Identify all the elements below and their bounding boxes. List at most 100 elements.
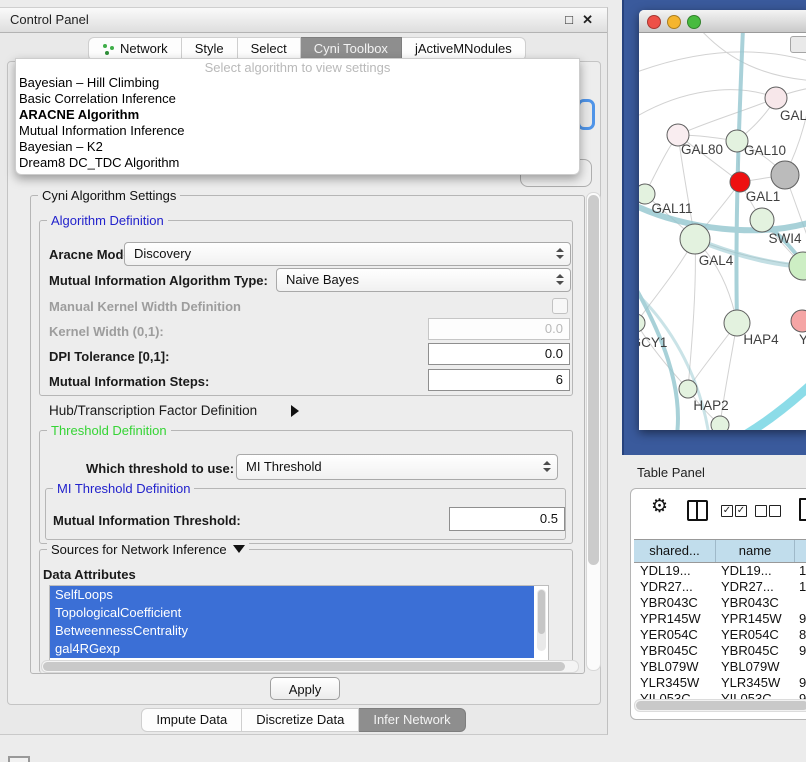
table-cell: YBR043C (715, 595, 793, 611)
tab-infer-network[interactable]: Infer Network (359, 708, 465, 732)
mi-steps-field[interactable]: 6 (428, 369, 570, 391)
tab-label: Style (195, 38, 224, 60)
close-window-icon[interactable]: ✕ (582, 12, 593, 28)
table-cell: 13 (793, 563, 806, 579)
dpi-tolerance-field[interactable]: 0.0 (428, 343, 570, 365)
table-header-row: shared...nameA (634, 539, 806, 563)
node-y[interactable] (791, 310, 806, 332)
table-row[interactable]: YER054CYER054C8. (634, 627, 806, 643)
table-cell: YBR043C (634, 595, 715, 611)
select-all-icon[interactable]: ✓ (721, 505, 733, 517)
float-window-icon[interactable]: □ (565, 12, 573, 27)
sources-title: Sources for Network Inference (47, 542, 249, 557)
dropdown-item-bayesian-k2[interactable]: Bayesian – K2 (16, 139, 579, 155)
column-header-name[interactable]: name (716, 540, 795, 562)
data-attributes-list: SelfLoopsTopologicalCoefficientBetweenne… (49, 585, 549, 661)
table-cell: 9. (793, 611, 806, 627)
tab-impute-data[interactable]: Impute Data (141, 708, 242, 732)
gear-icon[interactable]: ⚙ (651, 495, 668, 518)
node-label: Y (799, 332, 806, 347)
manual-kernel-checkbox[interactable] (552, 298, 568, 314)
close-light[interactable] (647, 15, 661, 29)
mi-threshold-title: MI Threshold Definition (53, 481, 194, 496)
zoom-light[interactable] (687, 15, 701, 29)
dropdown-placeholder: Select algorithm to view settings (16, 60, 579, 75)
table-row[interactable]: YBR045CYBR045C9. (634, 643, 806, 659)
dropdown-item-bayesian-hill-climbing[interactable]: Bayesian – Hill Climbing (16, 75, 579, 91)
which-threshold-combo[interactable]: MI Threshold (236, 454, 558, 480)
dropdown-item-dream8-dc-tdc-algorithm[interactable]: Dream8 DC_TDC Algorithm (16, 155, 579, 171)
dropdown-item-mutual-information-inference[interactable]: Mutual Information Inference (16, 123, 579, 139)
node-label: HAP4 (743, 332, 779, 347)
settings-scrollbar[interactable] (586, 192, 601, 671)
table-panel-title: Table Panel (637, 465, 705, 480)
highlighted-edge (745, 381, 806, 430)
attribute-item-gal4rgexp[interactable]: gal4RGexp (50, 640, 534, 658)
columns-icon[interactable] (687, 500, 708, 521)
attributes-scrollbar[interactable] (537, 589, 546, 651)
kernel-width-field[interactable]: 0.0 (428, 318, 570, 340)
attribute-item-betweennesscentrality[interactable]: BetweennessCentrality (50, 622, 534, 640)
algorithm-definition-title: Algorithm Definition (47, 213, 168, 228)
table-cell: YBL079W (715, 659, 793, 675)
mi-type-combo[interactable]: Naive Bayes (276, 268, 571, 292)
select-all-icon[interactable]: ✓ (735, 505, 747, 517)
node-hap2[interactable] (679, 380, 697, 398)
node-label: GAL4 (699, 253, 734, 268)
dropdown-item-basic-correlation-inference[interactable]: Basic Correlation Inference (16, 91, 579, 107)
deselect-all-icon[interactable] (769, 505, 781, 517)
table-cell: 9. (793, 643, 806, 659)
mi-threshold-field[interactable]: 0.5 (449, 507, 565, 531)
attribute-item-selfloops[interactable]: SelfLoops (50, 586, 534, 604)
sources-hscrollbar[interactable] (41, 660, 579, 673)
tab-discretize-data[interactable]: Discretize Data (242, 708, 359, 732)
aracne-mode-combo[interactable]: Discovery (124, 242, 571, 266)
mi-type-label: Mutual Information Algorithm Type: (49, 273, 268, 288)
network-icon (102, 43, 115, 55)
dropdown-items: Bayesian – Hill ClimbingBasic Correlatio… (16, 75, 579, 171)
column-header-shared[interactable]: shared... (634, 540, 716, 562)
table-cell: YBL079W (634, 659, 715, 675)
threshold-definition-title: Threshold Definition (47, 423, 171, 438)
network-canvas[interactable]: GALGAL80GAL10GAL1GAL11SWI4GAL4GCY1HAP4YH… (639, 33, 806, 430)
collapse-arrow-icon[interactable] (233, 545, 245, 553)
table-cell: YDR27... (715, 579, 793, 595)
window-control-fragment (790, 36, 806, 53)
tab-label: jActiveMNodules (415, 38, 512, 60)
mi-steps-label: Mutual Information Steps: (49, 374, 209, 389)
which-threshold-value: MI Threshold (246, 459, 322, 474)
node-unlabeled[interactable] (789, 252, 806, 280)
table-row[interactable]: YDL19...YDL19...13 (634, 563, 806, 579)
control-panel-titlebar: Control Panel □ ✕ (0, 8, 607, 33)
table-hscrollbar[interactable] (634, 699, 806, 712)
node-label: GAL80 (681, 142, 723, 157)
apply-button[interactable]: Apply (270, 677, 340, 700)
node-gal4[interactable] (680, 224, 710, 254)
mi-threshold-label: Mutual Information Threshold: (53, 513, 241, 528)
expand-arrow-icon[interactable] (291, 405, 299, 417)
control-panel-window: Control Panel □ ✕ NetworkStyleSelectCyni… (0, 7, 608, 735)
minimized-panel-icon[interactable] (8, 756, 30, 762)
table-row[interactable]: YLR345WYLR345W9. (634, 675, 806, 691)
dropdown-item-aracne-algorithm[interactable]: ARACNE Algorithm (16, 107, 579, 123)
table-row[interactable]: YBL079WYBL079W (634, 659, 806, 675)
minimize-light[interactable] (667, 15, 681, 29)
column-header-a[interactable]: A (795, 540, 806, 562)
desktop-background: GALGAL80GAL10GAL1GAL11SWI4GAL4GCY1HAP4YH… (622, 0, 806, 455)
node-gal[interactable] (765, 87, 787, 109)
node-swi4[interactable] (750, 208, 774, 232)
new-table-icon[interactable] (799, 498, 806, 521)
table-row[interactable]: YDR27...YDR27...12 (634, 579, 806, 595)
attribute-item-topologicalcoefficient[interactable]: TopologicalCoefficient (50, 604, 534, 622)
table-row[interactable]: YPR145WYPR145W9. (634, 611, 806, 627)
deselect-all-icon[interactable] (755, 505, 767, 517)
node-unlabeled[interactable] (771, 161, 799, 189)
tab-label: Network (120, 38, 168, 60)
table-row[interactable]: YBR043CYBR043C (634, 595, 806, 611)
table-cell (793, 595, 806, 611)
table-cell: YDR27... (634, 579, 715, 595)
node-gcy1[interactable] (639, 314, 645, 332)
table-cell: YLR345W (634, 675, 715, 691)
table-body: YDL19...YDL19...13YDR27...YDR27...12YBR0… (634, 563, 806, 707)
node-unlabeled[interactable] (711, 416, 729, 430)
